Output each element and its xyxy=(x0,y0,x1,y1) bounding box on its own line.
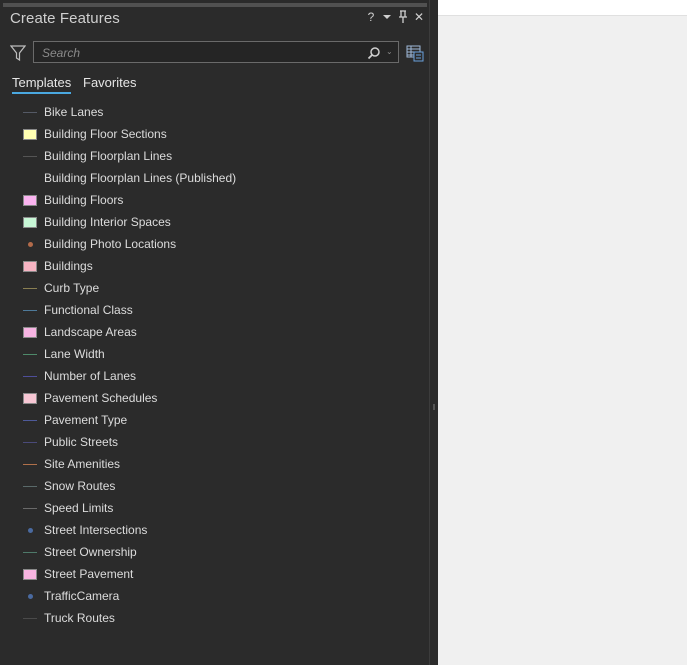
chevron-down-icon xyxy=(383,15,391,19)
template-label: Number of Lanes xyxy=(44,369,137,383)
template-item[interactable]: Building Floors xyxy=(0,190,430,212)
line-symbol-icon xyxy=(23,508,37,509)
template-item[interactable]: Pavement Schedules xyxy=(0,388,430,410)
pane-splitter[interactable] xyxy=(430,0,438,665)
line-symbol-icon xyxy=(23,310,37,311)
template-label: Building Floor Sections xyxy=(44,127,167,141)
template-item[interactable]: Number of Lanes xyxy=(0,366,430,388)
line-symbol-icon xyxy=(23,420,37,421)
template-label: Buildings xyxy=(44,259,93,273)
template-item[interactable]: Public Streets xyxy=(0,432,430,454)
help-button[interactable]: ? xyxy=(365,9,377,25)
polygon-symbol-icon xyxy=(23,569,37,580)
template-item[interactable]: Bike Lanes xyxy=(0,102,430,124)
search-row: ⌄ xyxy=(0,40,430,68)
filter-button[interactable] xyxy=(9,44,27,62)
template-item[interactable]: Site Amenities xyxy=(0,454,430,476)
polygon-symbol-icon xyxy=(23,261,37,272)
line-symbol-icon xyxy=(23,376,37,377)
template-label: Lane Width xyxy=(44,347,105,361)
template-item[interactable]: Truck Routes xyxy=(0,608,430,630)
template-label: Bike Lanes xyxy=(44,105,104,119)
map-view-area[interactable] xyxy=(438,0,687,665)
template-label: Landscape Areas xyxy=(44,325,137,339)
search-options-dropdown[interactable]: ⌄ xyxy=(386,47,393,56)
template-item[interactable]: Functional Class xyxy=(0,300,430,322)
template-label: Street Pavement xyxy=(44,567,134,581)
template-item[interactable]: Buildings xyxy=(0,256,430,278)
template-label: Street Intersections xyxy=(44,523,148,537)
template-label: Pavement Schedules xyxy=(44,391,158,405)
close-button[interactable]: ✕ xyxy=(413,9,425,25)
point-symbol-icon xyxy=(28,242,33,247)
tab-favorites[interactable]: Favorites xyxy=(83,75,136,90)
auto-hide-button[interactable] xyxy=(397,9,409,25)
template-item[interactable]: Street Intersections xyxy=(0,520,430,542)
line-symbol-icon xyxy=(23,354,37,355)
polygon-symbol-icon xyxy=(23,327,37,338)
template-item[interactable]: Street Pavement xyxy=(0,564,430,586)
pane-titlebar: Create Features ? ✕ xyxy=(0,7,430,31)
template-item[interactable]: Building Floor Sections xyxy=(0,124,430,146)
template-item[interactable]: Curb Type xyxy=(0,278,430,300)
line-symbol-icon xyxy=(23,618,37,619)
template-item[interactable]: TrafficCamera xyxy=(0,586,430,608)
template-label: Curb Type xyxy=(44,281,100,295)
line-symbol-icon xyxy=(23,112,37,113)
search-icon[interactable] xyxy=(367,46,381,60)
map-view-header xyxy=(438,0,687,16)
template-item[interactable]: Snow Routes xyxy=(0,476,430,498)
polygon-symbol-icon xyxy=(23,129,37,140)
search-box: ⌄ xyxy=(33,41,399,63)
line-symbol-icon xyxy=(23,464,37,465)
line-symbol-icon xyxy=(23,486,37,487)
create-features-pane: Create Features ? ✕ ⌄ xyxy=(0,0,430,665)
line-symbol-icon xyxy=(23,156,37,157)
template-item[interactable]: Landscape Areas xyxy=(0,322,430,344)
polygon-symbol-icon xyxy=(23,393,37,404)
template-item[interactable]: Street Ownership xyxy=(0,542,430,564)
template-item[interactable]: Pavement Type xyxy=(0,410,430,432)
template-item[interactable]: Speed Limits xyxy=(0,498,430,520)
template-item[interactable]: Building Floorplan Lines (Published) xyxy=(0,168,430,190)
template-label: Pavement Type xyxy=(44,413,128,427)
splitter-grip xyxy=(433,404,435,410)
line-symbol-icon xyxy=(23,442,37,443)
template-label: Public Streets xyxy=(44,435,119,449)
template-item[interactable]: Building Interior Spaces xyxy=(0,212,430,234)
template-item[interactable]: Building Floorplan Lines xyxy=(0,146,430,168)
template-label: Building Floors xyxy=(44,193,124,207)
line-symbol-icon xyxy=(23,552,37,553)
pin-icon xyxy=(399,10,407,23)
polygon-symbol-icon xyxy=(23,217,37,228)
template-label: Functional Class xyxy=(44,303,133,317)
template-label: Site Amenities xyxy=(44,457,121,471)
filter-icon xyxy=(9,45,27,62)
template-label: Building Floorplan Lines xyxy=(44,149,173,163)
point-symbol-icon xyxy=(28,594,33,599)
template-label: TrafficCamera xyxy=(44,589,120,603)
template-label: Truck Routes xyxy=(44,611,115,625)
template-item[interactable]: Building Photo Locations xyxy=(0,234,430,256)
template-label: Snow Routes xyxy=(44,479,116,493)
template-item[interactable]: Lane Width xyxy=(0,344,430,366)
template-label: Building Floorplan Lines (Published) xyxy=(44,171,237,185)
manage-templates-button[interactable] xyxy=(406,44,424,62)
pane-title: Create Features xyxy=(10,10,120,27)
search-input[interactable] xyxy=(42,45,342,61)
pane-options-button[interactable] xyxy=(381,9,393,25)
template-label: Building Interior Spaces xyxy=(44,215,171,229)
template-label: Street Ownership xyxy=(44,545,137,559)
template-label: Building Photo Locations xyxy=(44,237,177,251)
table-icon xyxy=(406,45,424,62)
line-symbol-icon xyxy=(23,288,37,289)
polygon-symbol-icon xyxy=(23,195,37,206)
template-label: Speed Limits xyxy=(44,501,114,515)
tab-templates[interactable]: Templates xyxy=(12,75,72,94)
point-symbol-icon xyxy=(28,528,33,533)
